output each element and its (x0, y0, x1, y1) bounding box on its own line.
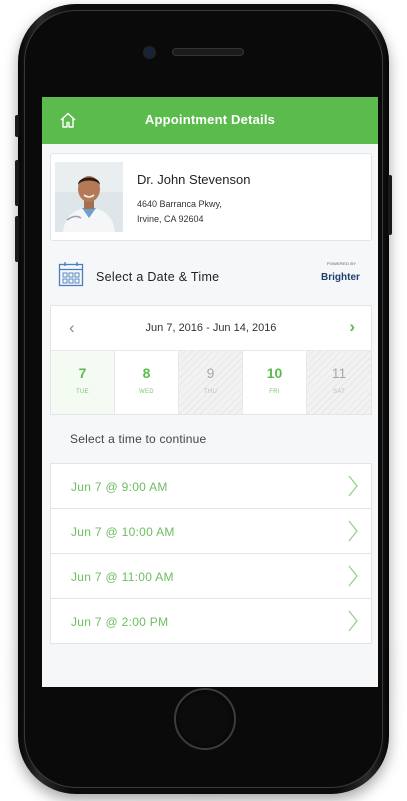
brighter-logo: Brighter (321, 272, 360, 283)
time-slot[interactable]: Jun 7 @ 11:00 AM (51, 554, 371, 599)
page-title: Appointment Details (144, 112, 276, 127)
day-list: 7 TUE 8 WED 9 THU 10 FRI 11 SAT (51, 351, 371, 414)
app-screen: Appointment Details Dr. John Stevenson 4… (42, 97, 378, 687)
day-cell-sat: 11 SAT (307, 351, 371, 414)
top-bar: Appointment Details (42, 97, 378, 144)
day-of-week: TUE (76, 389, 89, 395)
time-slot[interactable]: Jun 7 @ 2:00 PM (51, 599, 371, 644)
time-slot-label: Jun 7 @ 2:00 PM (71, 615, 169, 629)
chevron-right-icon (348, 520, 358, 542)
volume-up-button (15, 160, 19, 206)
day-of-week: THU (203, 389, 218, 395)
day-cell-wed[interactable]: 8 WED (115, 351, 179, 414)
doctor-address-line2: Irvine, CA 92604 (137, 214, 204, 224)
mute-switch (15, 115, 19, 137)
volume-down-button (15, 216, 19, 262)
day-number: 10 (266, 365, 283, 381)
day-cell-tue[interactable]: 7 TUE (51, 351, 115, 414)
time-prompt: Select a time to continue (70, 432, 207, 446)
day-number: 9 (206, 365, 215, 381)
day-of-week: WED (139, 389, 154, 395)
day-of-week: SAT (332, 389, 346, 395)
time-slot[interactable]: Jun 7 @ 9:00 AM (51, 464, 371, 509)
day-cell-thu: 9 THU (179, 351, 243, 414)
day-number: 7 (78, 365, 87, 381)
doctor-avatar (55, 162, 123, 232)
chevron-right-icon (348, 610, 358, 632)
power-button (388, 175, 392, 235)
front-camera (143, 46, 156, 59)
doctor-name: Dr. John Stevenson (137, 172, 251, 187)
time-slot-label: Jun 7 @ 11:00 AM (71, 570, 174, 584)
doctor-address-line1: 4640 Barranca Pkwy, (137, 199, 222, 209)
chevron-right-icon[interactable]: › (349, 317, 355, 337)
day-cell-fri[interactable]: 10 FRI (243, 351, 307, 414)
day-number: 11 (331, 365, 347, 381)
time-slot-label: Jun 7 @ 9:00 AM (71, 480, 168, 494)
date-range: Jun 7, 2016 - Jun 14, 2016 (145, 322, 277, 334)
chevron-right-icon (348, 475, 358, 497)
time-slot[interactable]: Jun 7 @ 10:00 AM (51, 509, 371, 554)
week-picker: ‹ Jun 7, 2016 - Jun 14, 2016 › 7 TUE 8 W… (50, 305, 372, 415)
day-number: 8 (142, 365, 151, 381)
day-of-week: FRI (269, 389, 280, 395)
powered-by-label: POWERED BY (327, 261, 357, 266)
doctor-card: Dr. John Stevenson 4640 Barranca Pkwy, I… (50, 153, 372, 241)
phone-home-button[interactable] (174, 688, 236, 750)
time-slot-label: Jun 7 @ 10:00 AM (71, 525, 175, 539)
time-slot-list: Jun 7 @ 9:00 AM Jun 7 @ 10:00 AM Jun 7 @… (50, 463, 372, 644)
week-nav: ‹ Jun 7, 2016 - Jun 14, 2016 › (51, 306, 371, 351)
section-title: Select a Date & Time (96, 270, 220, 284)
earpiece-speaker (172, 48, 244, 56)
calendar-icon (58, 262, 84, 287)
chevron-right-icon (348, 565, 358, 587)
